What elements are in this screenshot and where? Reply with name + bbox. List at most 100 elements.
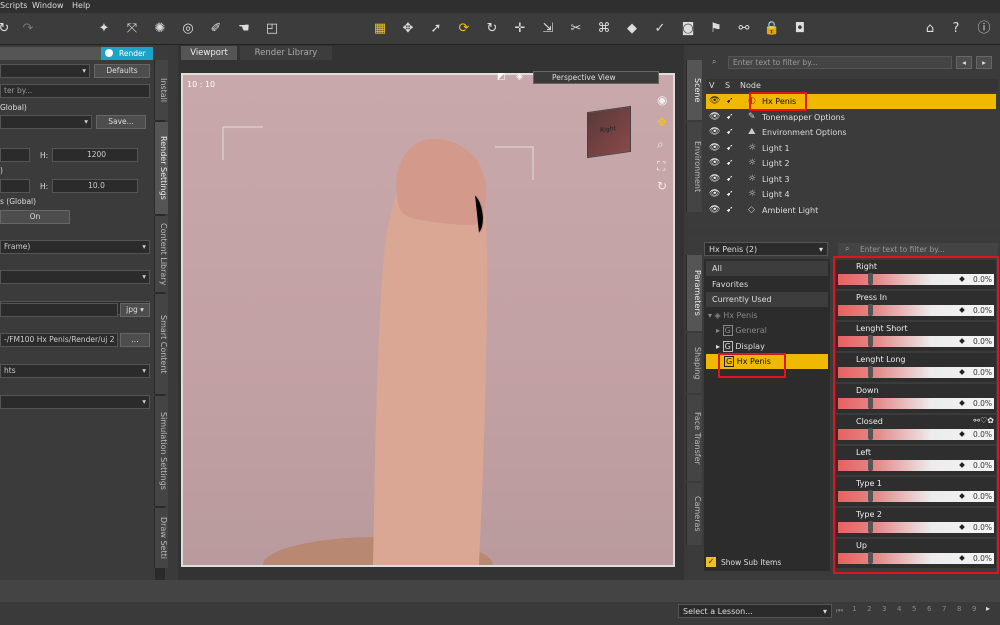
scene-node[interactable]: 👁 ➹ ✎ Tonemapper Options xyxy=(706,110,996,125)
tab-simulation-settings[interactable]: Simulation Settings xyxy=(154,396,168,506)
target-icon[interactable]: ◎ xyxy=(178,19,198,39)
help-circle-icon[interactable]: ⓘ xyxy=(974,19,994,39)
tab-parameters[interactable]: Parameters xyxy=(686,255,702,331)
geometry-icon[interactable]: ◆ xyxy=(622,19,642,39)
tree-general[interactable]: ▸ G General xyxy=(706,323,828,338)
tree-display[interactable]: ▸ G Display xyxy=(706,339,828,354)
image-name-field[interactable] xyxy=(0,303,118,317)
figure-tool-icon[interactable]: ✦ xyxy=(94,19,114,39)
move-universal-icon[interactable]: ✥ xyxy=(398,19,418,39)
scene-node[interactable]: 👁 ➹ ☼ Light 4 xyxy=(706,187,996,202)
h-label: H: xyxy=(40,151,49,160)
surface-select-icon[interactable]: ⌘ xyxy=(594,19,614,39)
scene-next-button[interactable]: ▸ xyxy=(976,56,992,69)
select-arrow-icon[interactable]: ➚ xyxy=(426,19,446,39)
page-5[interactable]: 5 xyxy=(912,605,916,613)
path-field[interactable]: -/FM100 Hx Penis/Render/uj 2 xyxy=(0,333,118,347)
format-dropdown[interactable]: jpg ▾ xyxy=(120,303,150,317)
tab-draw-settings[interactable]: Draw Setti xyxy=(154,508,168,568)
tab-install[interactable]: Install xyxy=(154,60,168,120)
scene-prev-button[interactable]: ◂ xyxy=(956,56,972,69)
pager-first-icon[interactable]: ⏮ xyxy=(836,606,843,616)
home-icon[interactable]: ⌂ xyxy=(920,19,940,39)
scene-search-icon: ⌕ xyxy=(712,57,717,66)
scene-node[interactable]: 👁 ➹ ⛰ Environment Options xyxy=(706,125,996,140)
tree-root[interactable]: ▾ ◈ Hx Penis xyxy=(706,308,828,323)
tab-shaping[interactable]: Shaping xyxy=(686,333,702,393)
option-dropdown-a[interactable]: ▾ xyxy=(0,270,150,284)
frame-dropdown[interactable]: Frame) ▾ xyxy=(0,240,150,254)
help-pointer-icon[interactable]: ? xyxy=(946,19,966,39)
tab-smart-content[interactable]: Smart Content xyxy=(154,294,168,394)
link-tool-icon[interactable]: ⚯ xyxy=(734,19,754,39)
scene-node[interactable]: 👁 ➹ ☼ Light 2 xyxy=(706,156,996,171)
scene-node[interactable]: 👁 ➹ ◇ Ambient Light xyxy=(706,203,996,218)
tab-cameras[interactable]: Cameras xyxy=(686,483,702,545)
params-filter-input[interactable]: Enter text to filter by... xyxy=(838,243,998,256)
pin-icon[interactable]: ✐ xyxy=(206,19,226,39)
scale-icon[interactable]: ⇲ xyxy=(538,19,558,39)
cube-tool-icon[interactable]: ◰ xyxy=(262,19,282,39)
grid-tool-icon[interactable]: ▦ xyxy=(370,19,390,39)
defaults-button[interactable]: Defaults xyxy=(94,64,150,78)
pose-tool-icon[interactable]: ⚑ xyxy=(706,19,726,39)
hand-tool-icon[interactable]: ☚ xyxy=(234,19,254,39)
tab-render-library[interactable]: Render Library xyxy=(240,46,332,60)
object-dropdown[interactable]: Hx Penis (2) ▾ xyxy=(704,242,828,256)
menu-window[interactable]: Window xyxy=(32,1,64,10)
frame-label: ) xyxy=(0,166,3,175)
rotate-free-icon[interactable]: ↻ xyxy=(482,19,502,39)
viewport-canvas[interactable]: 10 : 10 Perspective View ◩ ◈ Right ◉ ✥ ⌕… xyxy=(181,71,675,567)
aspect-field[interactable]: 10.0 xyxy=(52,179,138,193)
rotate-icon[interactable]: ⟳ xyxy=(454,19,474,39)
lesson-dropdown[interactable]: Select a Lesson... ▾ xyxy=(678,604,832,618)
menu-help[interactable]: Help xyxy=(72,1,90,10)
render-camera-icon[interactable]: ◘ xyxy=(790,19,810,39)
cursor-icon[interactable]: ✓ xyxy=(650,19,670,39)
category-all[interactable]: All xyxy=(706,261,828,276)
page-4[interactable]: 4 xyxy=(897,605,901,613)
page-3[interactable]: 3 xyxy=(882,605,886,613)
filter-input[interactable]: ter by... xyxy=(0,84,150,98)
scene-node[interactable]: 👁 ➹ ☼ Light 3 xyxy=(706,172,996,187)
page-8[interactable]: 8 xyxy=(957,605,961,613)
tab-viewport[interactable]: Viewport xyxy=(181,46,237,60)
tab-scene[interactable]: Scene xyxy=(686,60,702,120)
camera-small-icon[interactable]: ◙ xyxy=(678,19,698,39)
tab-face-transfer[interactable]: Face Transfer xyxy=(686,395,702,481)
page-1[interactable]: 1 xyxy=(852,605,856,613)
main-toolbar: ↻ ↷ ✦ ⤧ ✺ ◎ ✐ ☚ ◰ ▦ ✥ ➚ ⟳ ↻ ✛ ⇲ ✂ ⌘ ◆ ✓ … xyxy=(0,13,1000,45)
field-a[interactable] xyxy=(0,179,30,193)
scene-node[interactable]: 👁 ➹ ☼ Light 1 xyxy=(706,141,996,156)
option-dropdown-c[interactable]: ▾ xyxy=(0,395,150,409)
tab-content-library[interactable]: Content Library xyxy=(154,216,168,292)
page-7[interactable]: 7 xyxy=(942,605,946,613)
page-2[interactable]: 2 xyxy=(867,605,871,613)
redo-icon[interactable]: ↻ xyxy=(0,19,14,39)
browse-button[interactable]: ... xyxy=(120,333,150,347)
lock-icon[interactable]: 🔒 xyxy=(762,19,782,39)
category-favorites[interactable]: Favorites xyxy=(706,277,828,292)
render-settings-pane: Render ▾ Defaults ter by... Global) ▾ Sa… xyxy=(0,45,168,581)
tab-environment[interactable]: Environment xyxy=(686,122,702,212)
tab-render-settings[interactable]: Render Settings xyxy=(154,122,168,214)
category-currently-used[interactable]: Currently Used xyxy=(706,292,828,307)
pager-next-icon[interactable]: ▸ xyxy=(986,604,990,613)
translate-icon[interactable]: ✛ xyxy=(510,19,530,39)
height-field[interactable]: 1200 xyxy=(52,148,138,162)
preset-dropdown[interactable]: ▾ xyxy=(0,64,90,78)
menu-scripts[interactable]: Scripts xyxy=(0,1,27,10)
width-field[interactable] xyxy=(0,148,30,162)
save-button[interactable]: Save... xyxy=(96,115,146,129)
on-toggle[interactable]: On xyxy=(0,210,70,224)
page-9[interactable]: 9 xyxy=(972,605,976,613)
joint-editor-icon[interactable]: ✂ xyxy=(566,19,586,39)
preset-select[interactable]: ▾ xyxy=(0,115,92,129)
scene-filter-input[interactable]: Enter text to filter by... xyxy=(728,56,952,69)
show-sub-items-checkbox[interactable]: ✓ xyxy=(706,557,716,567)
node-tool-icon[interactable]: ✺ xyxy=(150,19,170,39)
joint-tool-icon[interactable]: ⤧ xyxy=(122,19,142,39)
global-label: s (Global) xyxy=(0,197,37,206)
lights-dropdown[interactable]: hts ▾ xyxy=(0,364,150,378)
page-6[interactable]: 6 xyxy=(927,605,931,613)
